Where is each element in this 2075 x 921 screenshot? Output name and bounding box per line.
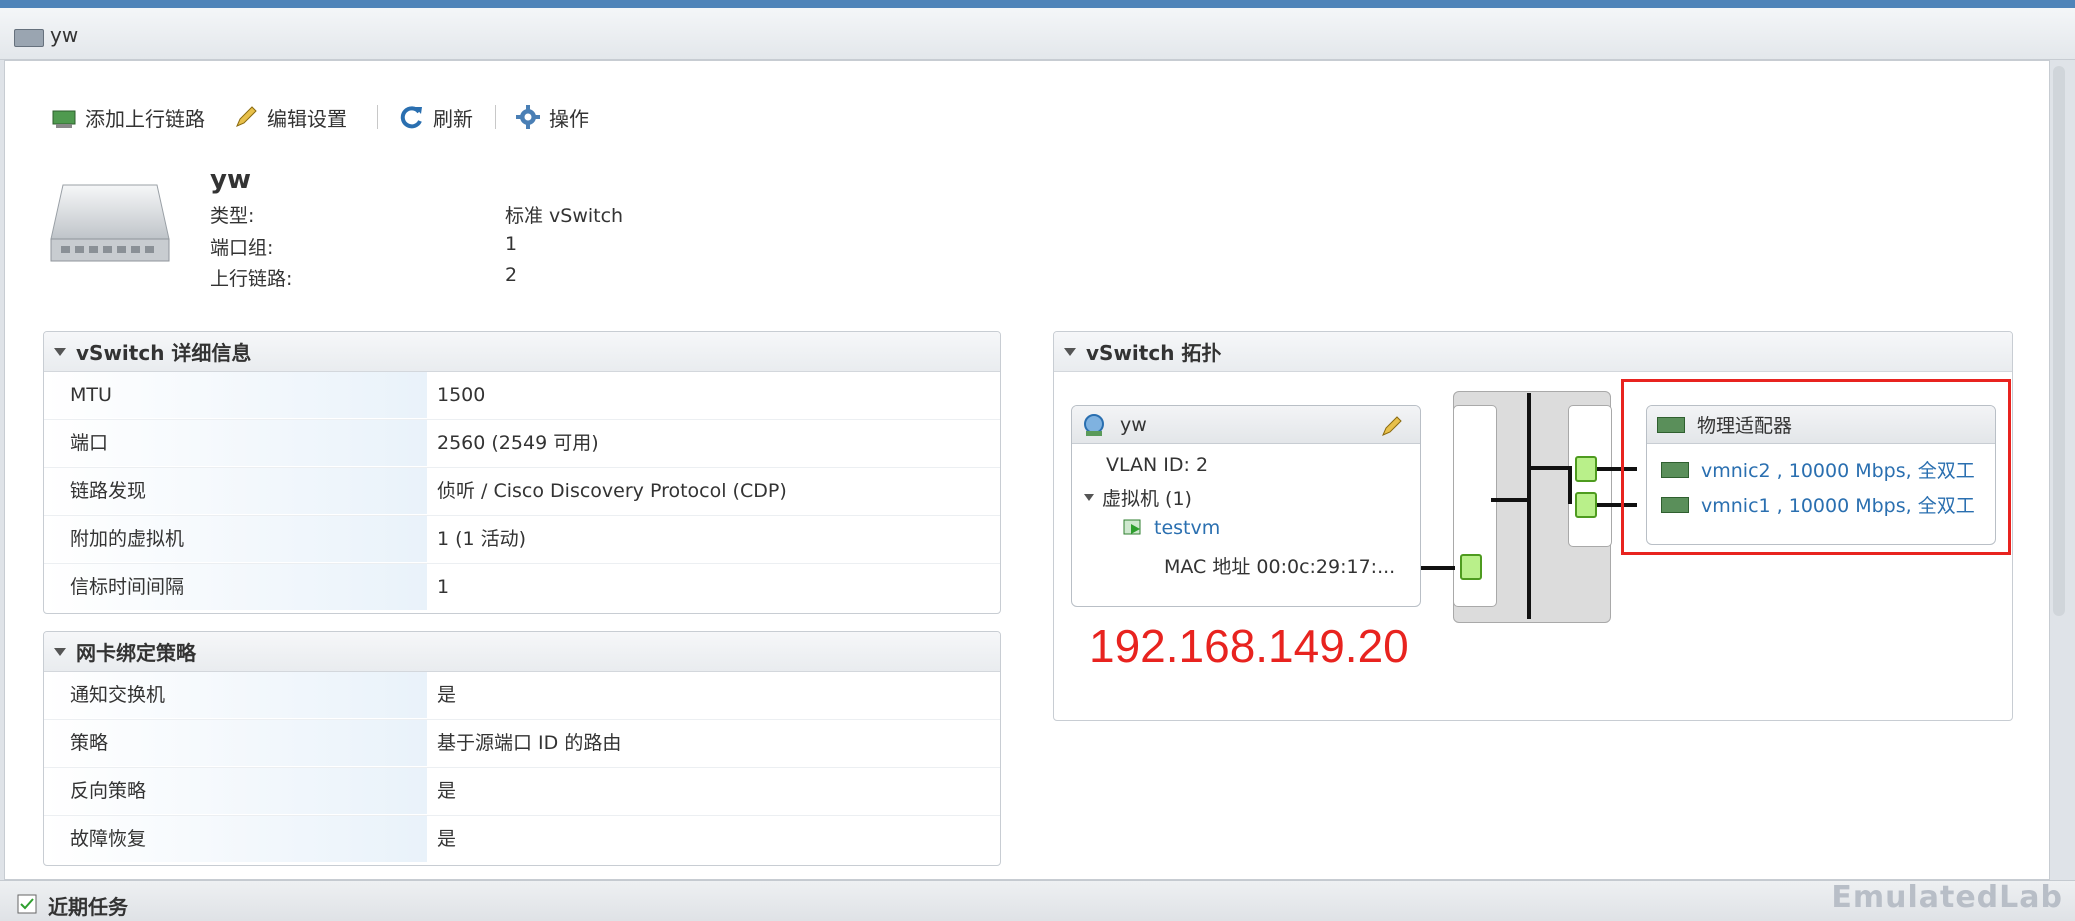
vswitch-icon: [14, 29, 44, 47]
collapse-caret-icon: [54, 647, 66, 656]
nic-teaming-header[interactable]: 网卡绑定策略: [44, 632, 1000, 672]
toolbar-separator: [377, 105, 378, 129]
table-row: 附加的虚拟机 1 (1 活动): [44, 516, 1000, 564]
edit-settings-label: 编辑设置: [267, 106, 347, 131]
vswitch-topology-title: vSwitch 拓扑: [1086, 341, 1222, 365]
gear-icon: [516, 105, 540, 129]
vm-list-label: 虚拟机 (1): [1102, 488, 1192, 510]
row-key: 端口: [44, 420, 427, 466]
table-row: 策略 基于源端口 ID 的路由: [44, 720, 1000, 768]
tasks-icon: [17, 894, 37, 914]
connection-line: [1568, 466, 1572, 504]
portgroup-box[interactable]: yw VLAN ID: 2 虚拟机 (1) testvm MAC 地址 00:0…: [1071, 405, 1421, 607]
vm-mac-address: MAC 地址 00:0c:29:17:...: [1164, 556, 1396, 578]
vm-icon: [1123, 519, 1141, 535]
summary-label-type: 类型:: [210, 205, 255, 227]
pencil-icon[interactable]: [1380, 414, 1404, 438]
summary-value-portgroups: 1: [505, 233, 518, 255]
row-key: 通知交换机: [44, 672, 427, 718]
table-row: 反向策略 是: [44, 768, 1000, 816]
vswitch-topology-header[interactable]: vSwitch 拓扑: [1054, 332, 2012, 372]
table-row: 故障恢复 是: [44, 816, 1000, 863]
edit-settings-button[interactable]: 编辑设置: [233, 101, 347, 133]
vswitch-name: yw: [210, 165, 251, 195]
refresh-button[interactable]: 刷新: [399, 101, 473, 133]
window-title: yw: [50, 23, 79, 47]
highlight-box: [1621, 379, 2011, 555]
portgroup-name: yw: [1120, 413, 1147, 436]
summary-value-uplinks: 2: [505, 264, 518, 286]
connection-line: [1491, 498, 1527, 502]
row-value: 1 (1 活动): [437, 528, 527, 550]
vm-name: testvm: [1154, 517, 1221, 539]
vm-port-icon: [1460, 554, 1482, 580]
row-value: 是: [437, 828, 457, 850]
collapse-caret-icon: [1064, 347, 1076, 356]
row-key: 信标时间间隔: [44, 564, 427, 610]
network-adapter-icon: [52, 110, 76, 128]
vm-link[interactable]: testvm: [1122, 516, 1220, 540]
nic-teaming-title: 网卡绑定策略: [76, 641, 196, 665]
summary-label-uplinks: 上行链路:: [210, 268, 293, 290]
uplink-port-icon: [1575, 492, 1597, 518]
watermark-logo: EmulatedLab: [1831, 880, 2063, 915]
toolbar-separator: [495, 105, 496, 129]
row-value: 是: [437, 684, 457, 706]
actions-label: 操作: [549, 106, 589, 131]
row-key: 反向策略: [44, 768, 427, 814]
table-row: MTU 1500: [44, 372, 1000, 420]
collapse-caret-icon: [54, 347, 66, 356]
vswitch-content: 添加上行链路 编辑设置 刷新 操作 yw 类型: 标准 vSwitch 端口组:…: [4, 60, 2050, 880]
nic-teaming-panel: 网卡绑定策略 通知交换机 是 策略 基于源端口 ID 的路由 反向策略 是 故障…: [43, 631, 1001, 866]
row-value: 2560 (2549 可用): [437, 432, 599, 454]
vertical-scrollbar[interactable]: [2053, 66, 2065, 616]
switch-backbone-line: [1527, 393, 1531, 619]
vswitch-details-panel: vSwitch 详细信息 MTU 1500 端口 2560 (2549 可用) …: [43, 331, 1001, 614]
portgroup-globe-icon: [1084, 413, 1104, 436]
row-value: 1: [437, 576, 450, 598]
connection-line: [1421, 566, 1455, 570]
recent-tasks-bar[interactable]: 近期任务: [0, 880, 2075, 921]
add-uplink-label: 添加上行链路: [85, 106, 205, 131]
actions-button[interactable]: 操作: [515, 101, 589, 133]
row-key: 附加的虚拟机: [44, 516, 427, 562]
row-key: 链路发现: [44, 468, 427, 514]
row-value: 是: [437, 780, 457, 802]
row-value: 基于源端口 ID 的路由: [437, 732, 622, 754]
ip-annotation: 192.168.149.20: [1089, 620, 1409, 672]
table-row: 通知交换机 是: [44, 672, 1000, 720]
table-row: 信标时间间隔 1: [44, 564, 1000, 611]
row-key: MTU: [44, 372, 427, 418]
recent-tasks-label: 近期任务: [48, 895, 128, 919]
add-uplink-button[interactable]: 添加上行链路: [51, 101, 205, 133]
table-row: 端口 2560 (2549 可用): [44, 420, 1000, 468]
window-title-bar: yw: [0, 0, 2075, 60]
refresh-icon: [400, 106, 422, 129]
portgroup-header: yw: [1072, 406, 1420, 444]
row-key: 策略: [44, 720, 427, 766]
refresh-label: 刷新: [433, 106, 473, 131]
summary-label-portgroups: 端口组:: [210, 237, 274, 259]
expand-caret-icon: [1084, 494, 1094, 501]
uplink-port-icon: [1575, 456, 1597, 482]
vswitch-details-header[interactable]: vSwitch 详细信息: [44, 332, 1000, 372]
row-value: 1500: [437, 384, 486, 406]
summary-value-type: 标准 vSwitch: [505, 205, 624, 227]
table-row: 链路发现 侦听 / Cisco Discovery Protocol (CDP): [44, 468, 1000, 516]
switch-device-icon: [50, 184, 170, 262]
pencil-icon: [236, 106, 257, 127]
vm-list-toggle[interactable]: 虚拟机 (1): [1084, 484, 1192, 511]
connection-line: [1527, 466, 1572, 470]
portgroup-vlan: VLAN ID: 2: [1106, 454, 1209, 476]
vswitch-details-title: vSwitch 详细信息: [76, 341, 252, 365]
row-key: 故障恢复: [44, 816, 427, 862]
row-value: 侦听 / Cisco Discovery Protocol (CDP): [437, 480, 787, 502]
